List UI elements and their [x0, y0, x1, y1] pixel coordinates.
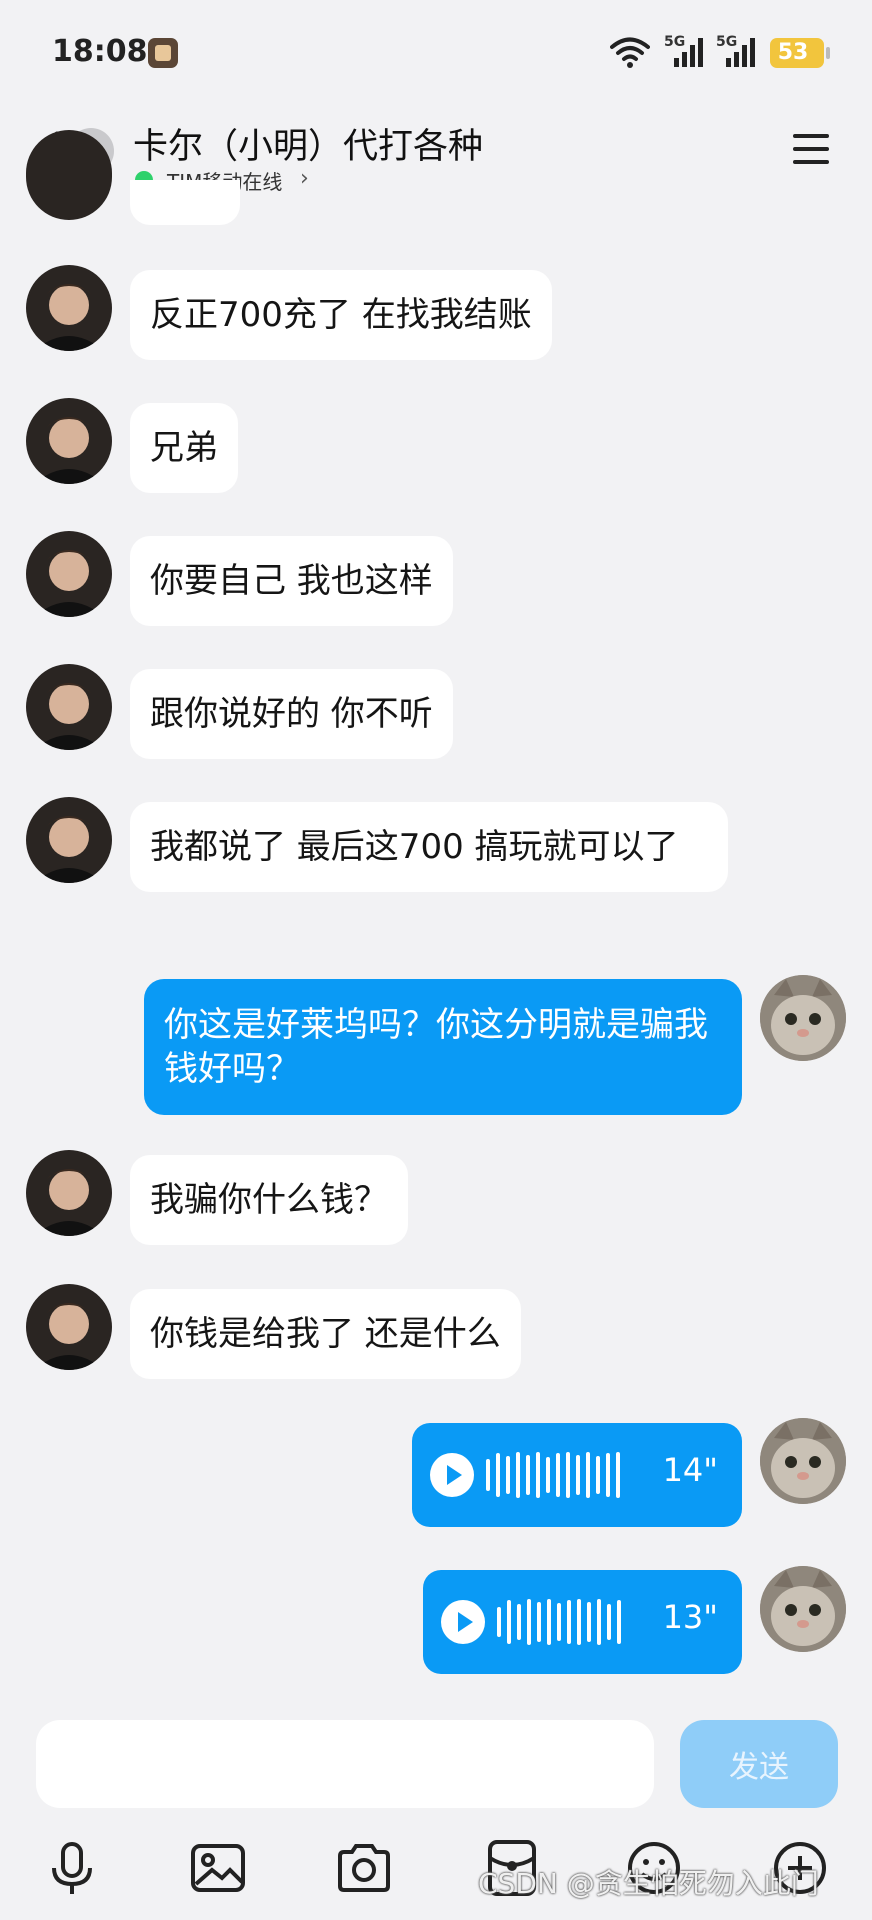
voice-message[interactable]: 13" — [423, 1570, 742, 1674]
message-bubble[interactable]: 反正700充了 在找我结账 — [130, 270, 552, 360]
message-input[interactable] — [36, 1720, 654, 1808]
wifi-icon — [610, 37, 650, 68]
microphone-icon[interactable] — [42, 1838, 102, 1898]
menu-icon-line — [793, 160, 829, 164]
battery-level: 53 — [777, 40, 809, 65]
contact-avatar[interactable] — [26, 797, 112, 883]
watermark: CSDN @贪生怕死勿入此门 — [478, 1867, 819, 1900]
menu-button[interactable] — [793, 134, 829, 164]
message-bubble-outgoing[interactable]: 你这是好莱坞吗？你这分明就是骗我钱好吗？ — [144, 979, 742, 1115]
contact-avatar[interactable] — [26, 664, 112, 750]
contact-avatar[interactable] — [26, 130, 112, 220]
contact-avatar[interactable] — [26, 1150, 112, 1236]
chevron-right-icon[interactable]: › — [300, 166, 309, 191]
message-bubble[interactable]: 兄弟 — [130, 403, 238, 493]
chat-title: 卡尔（小明）代打各种 — [133, 127, 484, 167]
status-bar: 18:08 5G 5G 53 — [0, 0, 872, 100]
my-avatar[interactable] — [760, 1418, 846, 1504]
image-icon[interactable] — [188, 1838, 248, 1898]
voice-message[interactable]: 14" — [412, 1423, 742, 1527]
status-time: 18:08 — [52, 34, 148, 69]
message-bubble[interactable]: 你要自己 我也这样 — [130, 536, 453, 626]
message-bubble[interactable]: 我骗你什么钱？ — [130, 1155, 408, 1245]
voice-duration: 14" — [662, 1451, 718, 1489]
message-bubble[interactable]: 你钱是给我了 还是什么 — [130, 1289, 521, 1379]
app-notification-icon — [148, 38, 178, 68]
voice-waveform — [486, 1451, 620, 1499]
send-button[interactable]: 发送 — [680, 1720, 838, 1808]
message-bubble[interactable]: 我都说了 最后这700 搞玩就可以了 — [130, 802, 728, 892]
voice-duration: 13" — [662, 1598, 718, 1636]
contact-avatar[interactable] — [26, 1284, 112, 1370]
menu-icon-line — [793, 147, 829, 151]
play-icon[interactable] — [430, 1453, 474, 1497]
my-avatar[interactable] — [760, 1566, 846, 1652]
camera-icon[interactable] — [334, 1838, 394, 1898]
battery-indicator: 53 — [770, 38, 830, 68]
play-icon[interactable] — [441, 1600, 485, 1644]
contact-avatar[interactable] — [26, 398, 112, 484]
menu-icon-line — [793, 134, 829, 138]
contact-avatar[interactable] — [26, 531, 112, 617]
my-avatar[interactable] — [760, 975, 846, 1061]
message-bubble[interactable]: 跟你说好的 你不听 — [130, 669, 453, 759]
contact-avatar[interactable] — [26, 265, 112, 351]
message-bubble-clipped — [130, 180, 240, 225]
voice-waveform — [497, 1598, 621, 1646]
